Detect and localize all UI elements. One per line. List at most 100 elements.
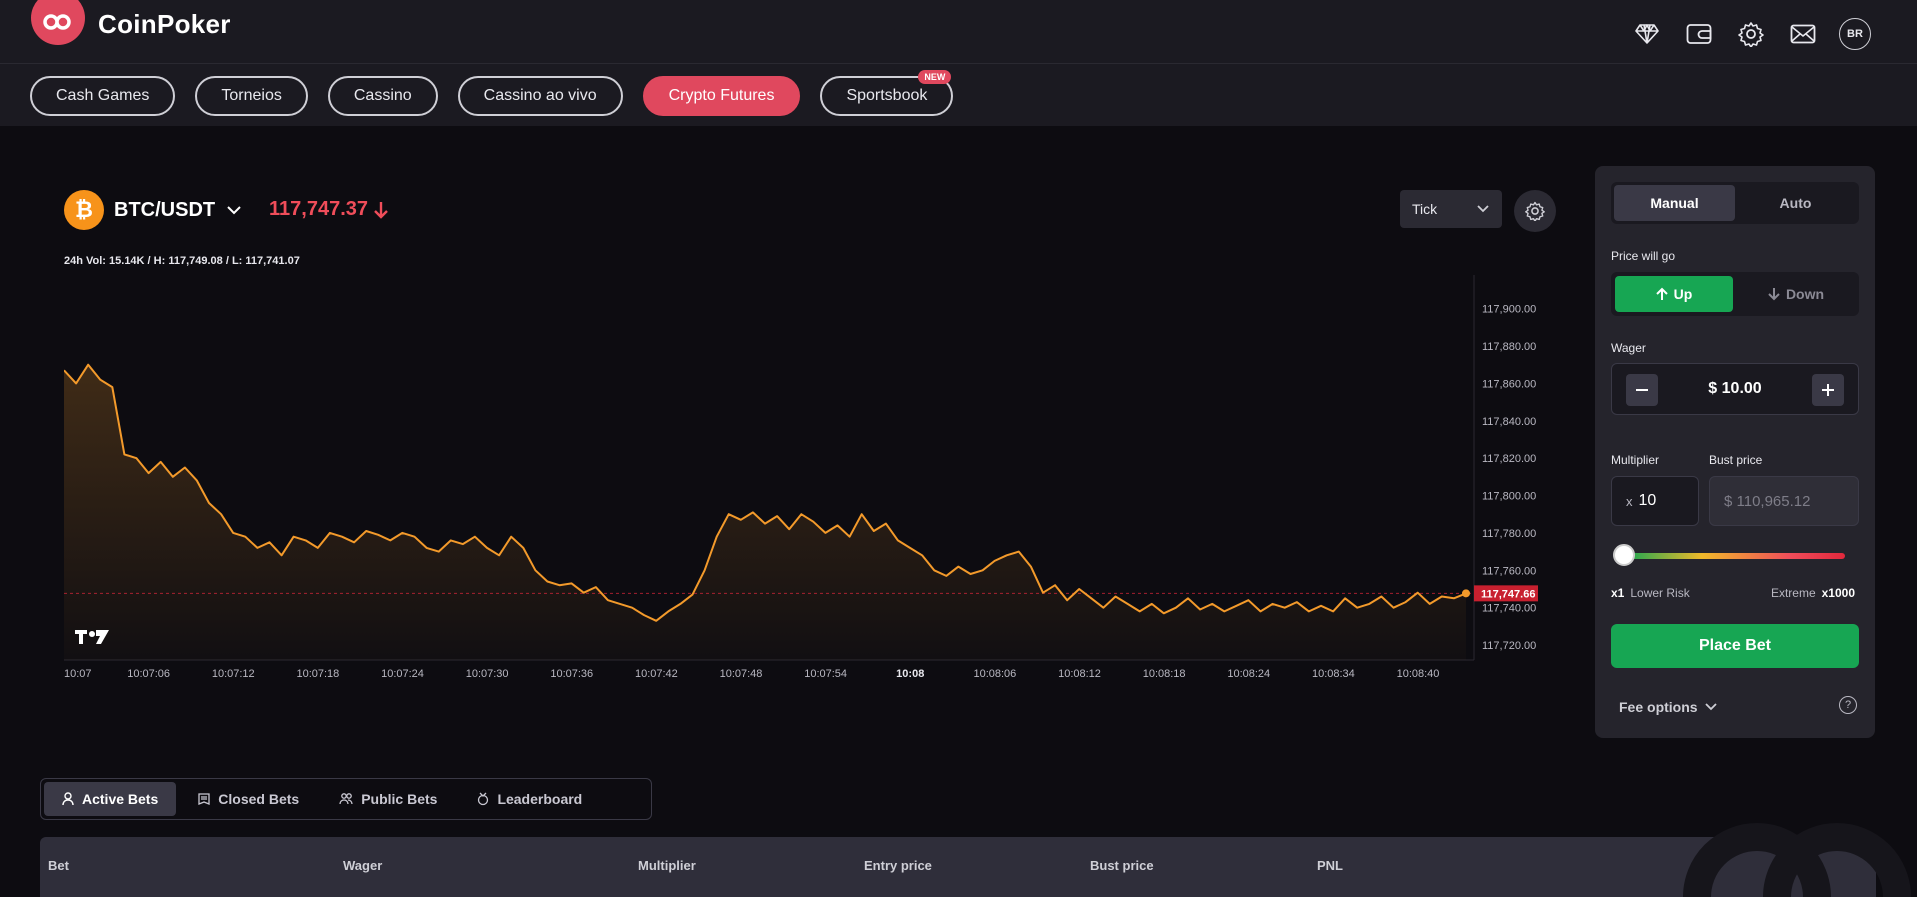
y-tick-label: 117,840.00 (1482, 416, 1536, 428)
x-tick-label: 10:07:30 (466, 668, 509, 680)
x-tick-label: 10:07 (64, 668, 92, 680)
column-header-entry-price: Entry price (864, 858, 932, 873)
y-tick-label: 117,720.00 (1482, 640, 1536, 652)
extreme-text: Extreme (1770, 586, 1816, 600)
x-tick-label: 10:08:12 (1058, 668, 1101, 680)
arrow-down-icon (1768, 288, 1780, 301)
x-tick-label: 10:08:18 (1143, 668, 1186, 680)
wager-input[interactable]: $ 10.00 (1611, 363, 1859, 415)
bets-table: Bet Wager Multiplier Entry price Bust pr… (40, 837, 1876, 897)
down-label: Down (1785, 286, 1825, 302)
chevron-down-icon (1704, 703, 1717, 711)
bets-tabs: Active Bets Closed Bets Public Bets Lead… (40, 778, 652, 820)
y-tick-label: 117,860.00 (1482, 378, 1536, 390)
tab-cassino[interactable]: Cassino (327, 76, 438, 116)
receipt-icon (198, 793, 210, 805)
pair-selector[interactable]: ₿ BTC/USDT (64, 190, 243, 230)
direction-toggle: Up Down (1611, 272, 1859, 316)
users-icon (339, 793, 353, 805)
top-bar: CoinPoker BR (0, 0, 1917, 64)
min-risk-label: x1 Lower Risk (1611, 586, 1690, 600)
x-tick-label: 10:08:34 (1312, 668, 1355, 680)
down-button[interactable]: Down (1737, 276, 1855, 312)
tab-active-bets-label: Active Bets (82, 791, 159, 807)
tab-sportsbook[interactable]: Sportsbook NEW (820, 70, 954, 116)
x-tick-label: 10:08 (896, 668, 924, 680)
mail-icon[interactable] (1787, 18, 1819, 50)
tab-cassino-ao-vivo[interactable]: Cassino ao vivo (457, 76, 623, 116)
gear-icon (1525, 201, 1545, 221)
help-icon[interactable]: ? (1839, 696, 1857, 714)
arrow-down-icon (374, 201, 388, 219)
plus-icon (1822, 384, 1834, 396)
increase-wager-button[interactable] (1812, 374, 1844, 406)
mode-auto[interactable]: Auto (1735, 185, 1856, 221)
x-tick-label: 10:07:42 (635, 668, 678, 680)
new-badge: NEW (918, 70, 952, 84)
column-header-bet: Bet (48, 858, 69, 873)
tab-public-bets[interactable]: Public Bets (321, 782, 455, 816)
locale-avatar[interactable]: BR (1839, 18, 1871, 50)
wallet-icon[interactable] (1683, 18, 1715, 50)
chevron-down-icon (227, 206, 241, 215)
multiplier-label: Multiplier (1611, 453, 1660, 467)
user-icon (62, 792, 74, 806)
lower-risk-text: Lower Risk (1630, 586, 1690, 600)
tab-leaderboard[interactable]: Leaderboard (459, 782, 600, 816)
mode-toggle: Manual Auto (1611, 182, 1859, 224)
chevron-down-icon (1477, 205, 1489, 213)
wager-label: Wager (1611, 341, 1646, 355)
last-price-tag-label: 117,747.66 (1481, 588, 1535, 600)
price-value: 117,747.37 (269, 198, 368, 220)
last-price-point (1462, 589, 1470, 598)
coinpoker-logo[interactable]: CoinPoker (30, 0, 231, 48)
multiplier-value: 10 (1638, 492, 1657, 509)
risk-slider-track[interactable] (1625, 553, 1845, 559)
y-tick-label: 117,820.00 (1482, 453, 1536, 465)
y-tick-label: 117,740.00 (1482, 603, 1536, 615)
tab-cash-games[interactable]: Cash Games (30, 76, 176, 116)
tab-public-bets-label: Public Bets (361, 791, 438, 807)
mode-manual[interactable]: Manual (1614, 185, 1735, 221)
fee-options-label: Fee options (1619, 699, 1698, 715)
interval-select[interactable]: Tick (1400, 190, 1502, 228)
chart-settings-button[interactable] (1514, 190, 1556, 232)
column-header-bust-price: Bust price (1090, 858, 1154, 873)
current-price: 117,747.37 (269, 198, 388, 221)
column-header-multiplier: Multiplier (638, 858, 696, 873)
multiplier-input[interactable]: x 10 (1611, 476, 1699, 526)
tab-closed-bets[interactable]: Closed Bets (180, 782, 317, 816)
price-chart[interactable]: 117,900.00 117,880.00 117,860.00 117,840.00… (64, 275, 1556, 685)
min-multiplier: x1 (1611, 586, 1625, 600)
background-watermark (1683, 823, 1911, 897)
x-tick-label: 10:07:54 (804, 668, 847, 680)
y-tick-label: 117,780.00 (1482, 528, 1536, 540)
y-tick-label: 117,880.00 (1482, 341, 1536, 353)
max-multiplier: x1000 (1821, 586, 1855, 600)
brand-name: CoinPoker (98, 8, 231, 39)
bitcoin-icon: ₿ (64, 190, 104, 230)
risk-slider-handle[interactable] (1613, 544, 1635, 566)
direction-label: Price will go (1611, 249, 1676, 263)
fee-options-toggle[interactable]: Fee options (1619, 699, 1718, 715)
x-tick-label: 10:07:48 (720, 668, 763, 680)
gear-icon[interactable] (1735, 18, 1767, 50)
up-button[interactable]: Up (1615, 276, 1733, 312)
tradingview-logo (74, 628, 110, 651)
y-tick-label: 117,760.00 (1482, 565, 1536, 577)
x-tick-label: 10:07:36 (550, 668, 593, 680)
tab-torneios[interactable]: Torneios (195, 76, 308, 116)
tab-active-bets[interactable]: Active Bets (44, 782, 177, 816)
x-tick-label: 10:08:06 (973, 668, 1016, 680)
logo-mark-icon (30, 0, 86, 48)
multiplier-prefix: x (1626, 493, 1633, 509)
medal-icon (478, 792, 489, 806)
column-header-wager: Wager (343, 858, 383, 873)
arrow-up-icon (1655, 287, 1668, 300)
diamond-icon[interactable] (1631, 18, 1663, 50)
bet-panel: Manual Auto Price will go Up Down Wager … (1595, 166, 1875, 738)
x-tick-label: 10:07:24 (381, 668, 424, 680)
tab-closed-bets-label: Closed Bets (218, 791, 300, 807)
place-bet-button[interactable]: Place Bet (1611, 624, 1859, 668)
tab-crypto-futures[interactable]: Crypto Futures (642, 76, 801, 116)
